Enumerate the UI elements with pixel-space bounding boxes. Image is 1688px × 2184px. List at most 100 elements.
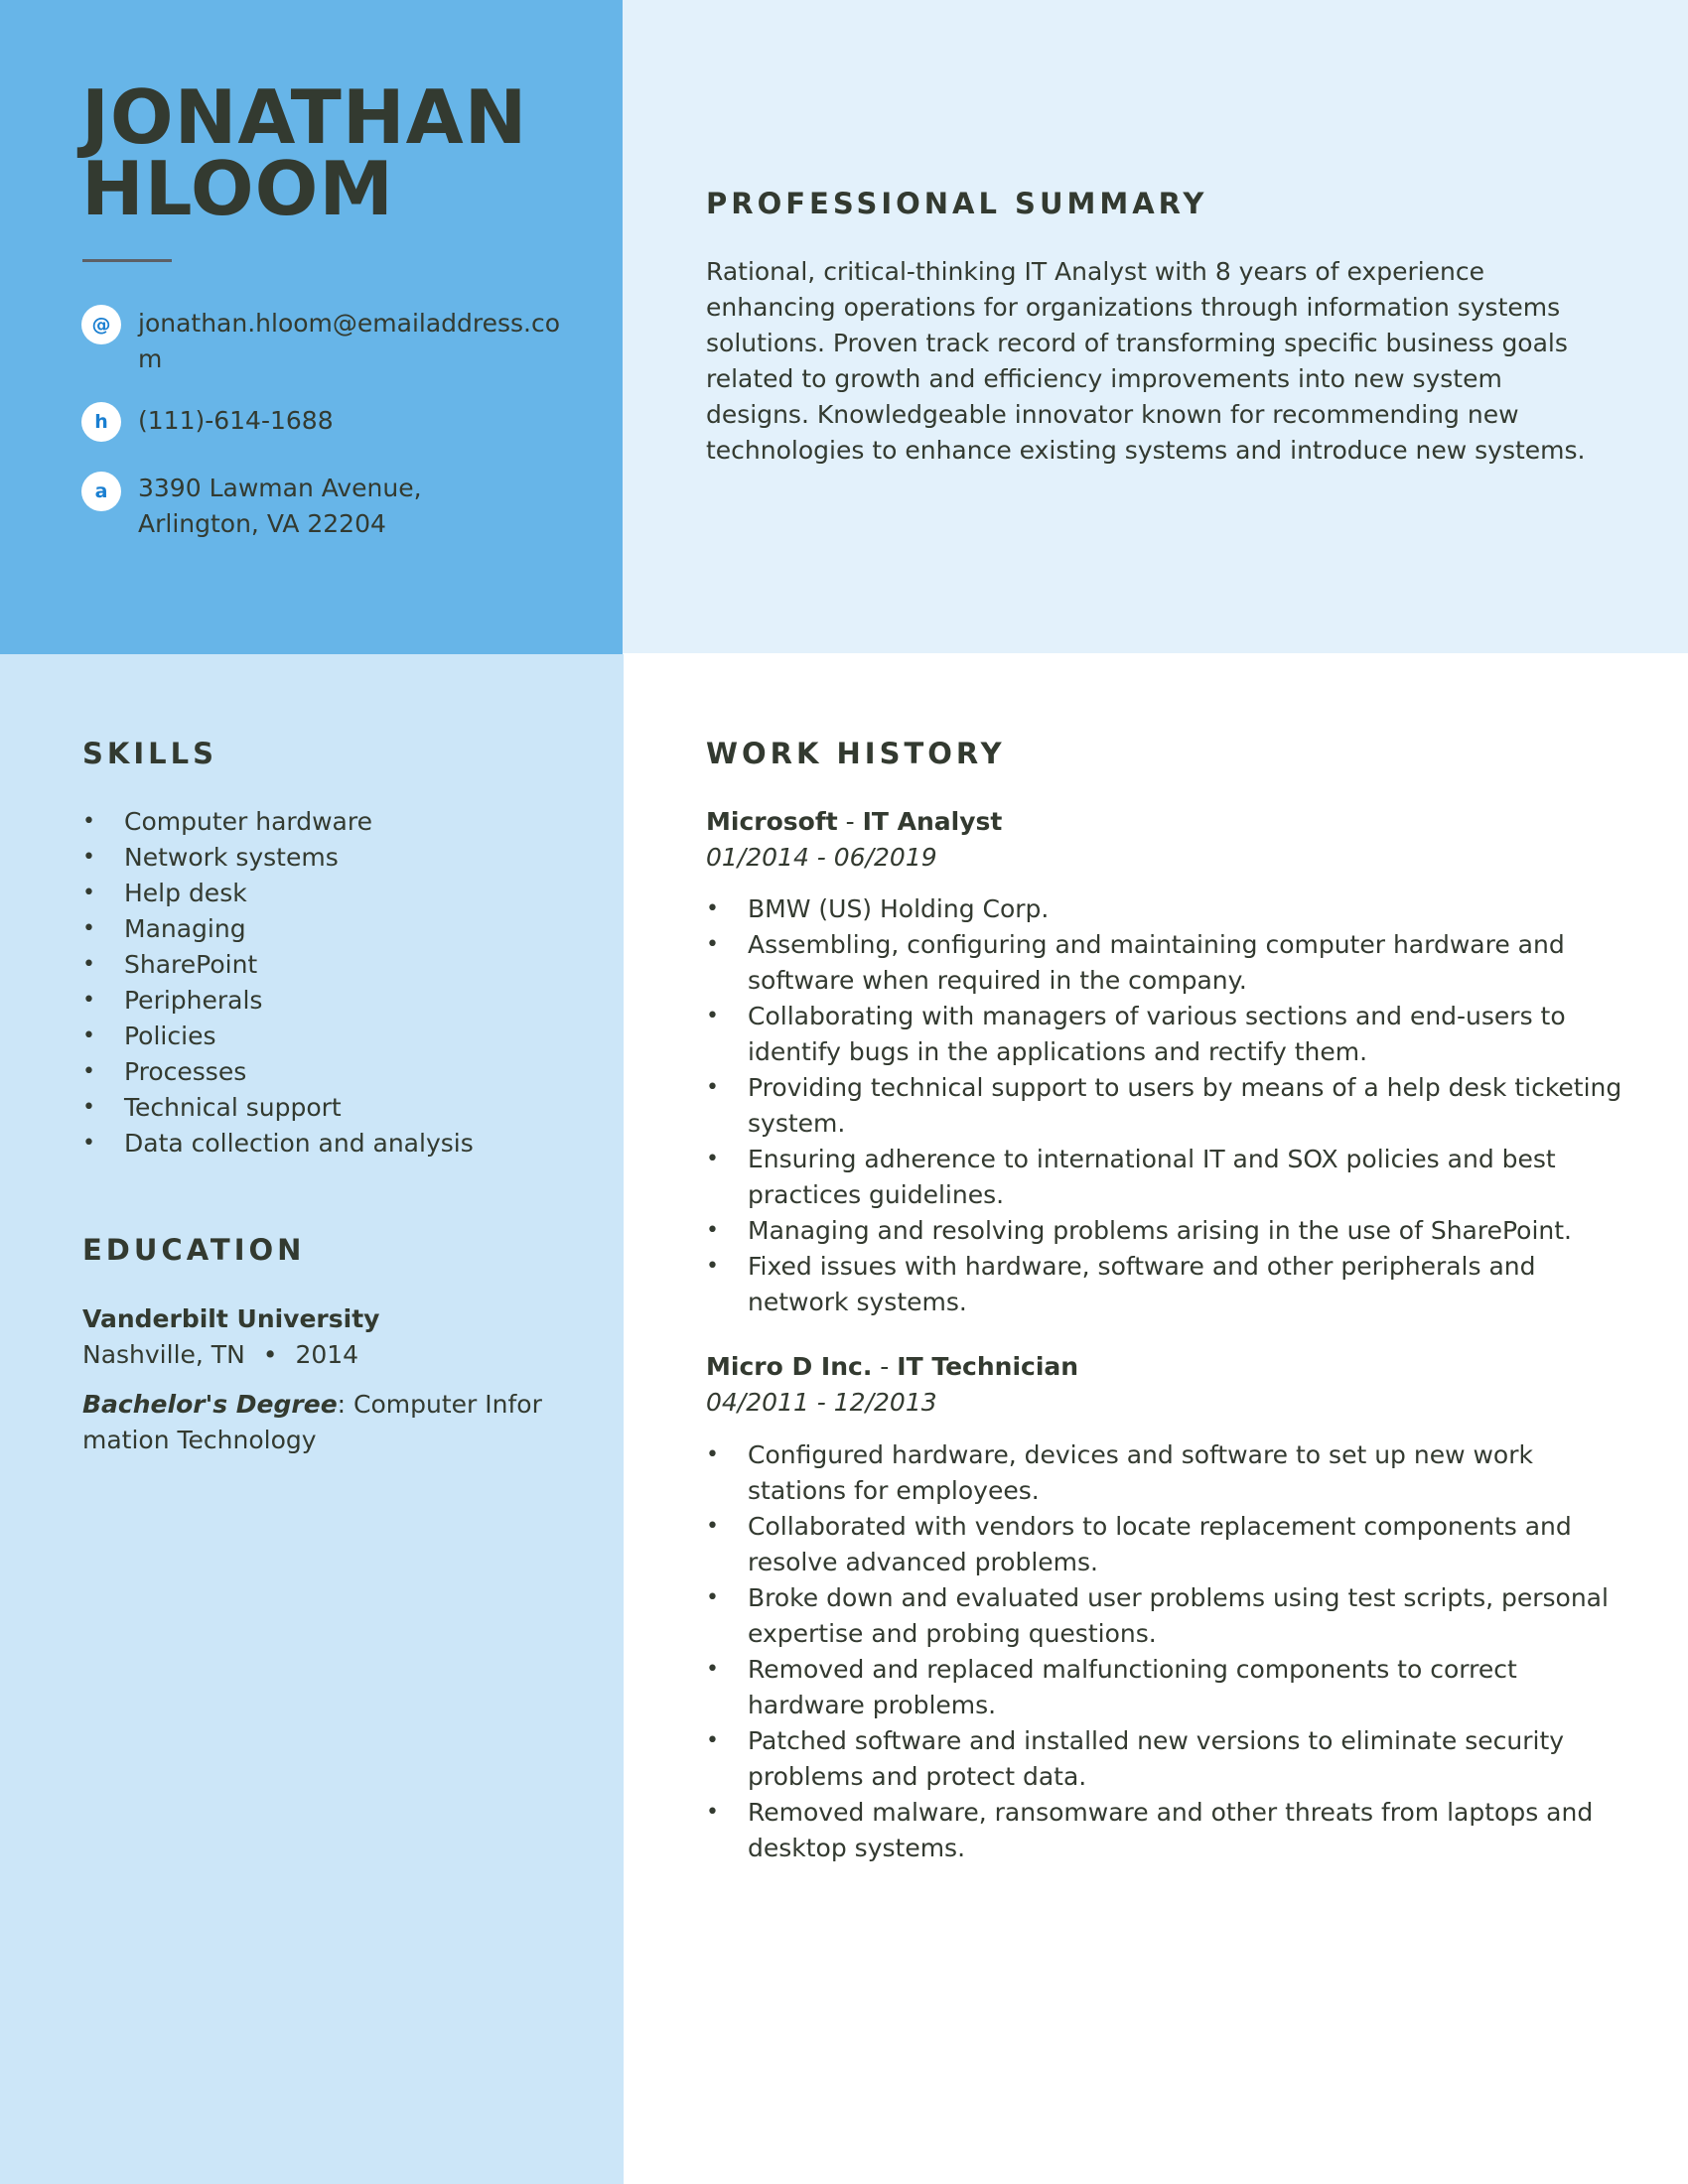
list-item: • Help desk [82, 876, 599, 911]
list-item-text: Configured hardware, devices and softwar… [748, 1440, 1533, 1505]
list-item: • Data collection and analysis [82, 1126, 599, 1161]
list-item-text: Providing technical support to users by … [748, 1073, 1622, 1138]
list-item-text: Technical support [124, 1093, 342, 1122]
job-bullets: • BMW (US) Holding Corp. • Assembling, conf… [706, 891, 1629, 1320]
phone-icon: h [81, 402, 121, 442]
list-item-text: Peripherals [124, 986, 263, 1015]
list-item-text: BMW (US) Holding Corp. [748, 894, 1050, 923]
bullet-icon: • [82, 988, 95, 1013]
bullet-icon: • [706, 1514, 719, 1539]
email-text[interactable]: jonathan.hloom@emailaddress.com [138, 306, 565, 377]
school-name: Vanderbilt University [82, 1304, 380, 1333]
degree-line: Bachelor's Degree: Computer Information … [82, 1387, 549, 1458]
list-item: • Computer hardware [82, 804, 599, 840]
skills-heading: SKILLS [82, 737, 217, 770]
list-item: • Processes [82, 1054, 599, 1090]
job-company: Micro D Inc. [706, 1352, 873, 1381]
school-location-line: Nashville, TN • 2014 [82, 1337, 549, 1373]
job-title-line: Micro D Inc. - IT Technician [706, 1349, 1078, 1385]
bullet-icon: • [706, 932, 719, 957]
list-item: • BMW (US) Holding Corp. [706, 891, 1629, 927]
bullet-icon: • [706, 1218, 719, 1243]
last-name: HLOOM [81, 145, 395, 232]
bullet-icon: • [706, 1800, 719, 1825]
job-title-line: Microsoft - IT Analyst [706, 804, 1002, 840]
education-entry: Vanderbilt University Nashville, TN • 20… [82, 1301, 549, 1458]
first-name: JONATHAN [81, 73, 528, 161]
bullet-icon: • [706, 896, 719, 921]
school-location: Nashville, TN [82, 1340, 245, 1369]
bullet-icon: • [706, 1585, 719, 1610]
education-heading: EDUCATION [82, 1233, 306, 1267]
list-item-text: Fixed issues with hardware, software and… [748, 1252, 1536, 1316]
list-item-text: Removed malware, ransomware and other th… [748, 1798, 1594, 1862]
degree-type: Bachelor's Degree [82, 1390, 338, 1419]
bullet-icon: • [82, 881, 95, 905]
list-item: • Ensuring adherence to international IT … [706, 1142, 1629, 1213]
list-item: • Collaborating with managers of various … [706, 999, 1629, 1070]
bullet-icon: • [82, 1024, 95, 1048]
degree-separator: : [337, 1390, 347, 1419]
list-item: • Assembling, configuring and maintaining… [706, 927, 1629, 999]
bullet-icon: • [706, 1728, 719, 1753]
list-item-text: Broke down and evaluated user problems u… [748, 1583, 1609, 1648]
bullet-icon: • [706, 1075, 719, 1100]
list-item-text: Patched software and installed new versi… [748, 1726, 1565, 1791]
list-item: • SharePoint [82, 947, 599, 983]
bullet-icon: • [706, 1657, 719, 1682]
list-item: • Fixed issues with hardware, software an… [706, 1249, 1629, 1320]
bullet-icon: • [706, 1254, 719, 1279]
list-item-text: Processes [124, 1057, 247, 1086]
bullet-icon: • [82, 1131, 95, 1156]
phone-text[interactable]: (111)-614-1688 [138, 403, 565, 439]
work-history-heading: WORK HISTORY [706, 737, 1006, 770]
bullet-icon: • [706, 1004, 719, 1028]
list-item-text: Policies [124, 1022, 216, 1050]
job-company: Microsoft [706, 807, 838, 836]
name-divider [82, 259, 172, 262]
list-item: • Network systems [82, 840, 599, 876]
list-item-text: Collaborated with vendors to locate repl… [748, 1512, 1572, 1576]
list-item-text: SharePoint [124, 950, 258, 979]
list-item-text: Managing [124, 914, 246, 943]
bullet-icon: • [82, 845, 95, 870]
address-icon: a [81, 472, 121, 511]
candidate-name: JONATHAN HLOOM [81, 73, 528, 232]
list-item: • Broke down and evaluated user problems … [706, 1580, 1629, 1652]
list-item: • Collaborated with vendors to locate rep… [706, 1509, 1629, 1580]
list-item-text: Help desk [124, 879, 247, 907]
job-dates: 04/2011 - 12/2013 [706, 1388, 937, 1417]
list-item-text: Removed and replaced malfunctioning comp… [748, 1655, 1517, 1719]
list-item-text: Data collection and analysis [124, 1129, 474, 1158]
list-item: • Providing technical support to users by… [706, 1070, 1629, 1142]
list-item: • Patched software and installed new vers… [706, 1723, 1629, 1795]
list-item: • Configured hardware, devices and softwa… [706, 1437, 1629, 1509]
graduation-year: 2014 [295, 1340, 359, 1369]
email-icon: @ [81, 305, 121, 344]
job-separator: - [837, 807, 863, 836]
bullet-icon: • [82, 916, 95, 941]
bullet-icon: • [706, 1442, 719, 1467]
address-text: 3390 Lawman Avenue, Arlington, VA 22204 [138, 474, 422, 538]
job-separator: - [872, 1352, 898, 1381]
list-item-text: Managing and resolving problems arising … [748, 1216, 1572, 1245]
job-role: IT Analyst [862, 807, 1003, 836]
skills-list: • Computer hardware • Network systems • Help … [82, 804, 599, 1161]
list-item: • Technical support [82, 1090, 599, 1126]
list-item: • Managing [82, 911, 599, 947]
bullet-icon: • [82, 1059, 95, 1084]
job-dates: 01/2014 - 06/2019 [706, 843, 937, 872]
summary-text: Rational, critical-thinking IT Analyst w… [706, 257, 1586, 465]
list-item: • Peripherals [82, 983, 599, 1019]
list-item-text: Collaborating with managers of various s… [748, 1002, 1566, 1066]
job-role: IT Technician [897, 1352, 1079, 1381]
bullet-icon: • [82, 1095, 95, 1120]
summary-heading: PROFESSIONAL SUMMARY [706, 187, 1208, 220]
list-item: • Removed malware, ransomware and other t… [706, 1795, 1629, 1866]
list-item: • Removed and replaced malfunctioning com… [706, 1652, 1629, 1723]
list-item-text: Computer hardware [124, 807, 372, 836]
job-bullets: • Configured hardware, devices and softwa… [706, 1437, 1629, 1866]
bullet-icon: • [82, 809, 95, 834]
separator-dot: • [262, 1340, 278, 1369]
list-item: • Policies [82, 1019, 599, 1054]
